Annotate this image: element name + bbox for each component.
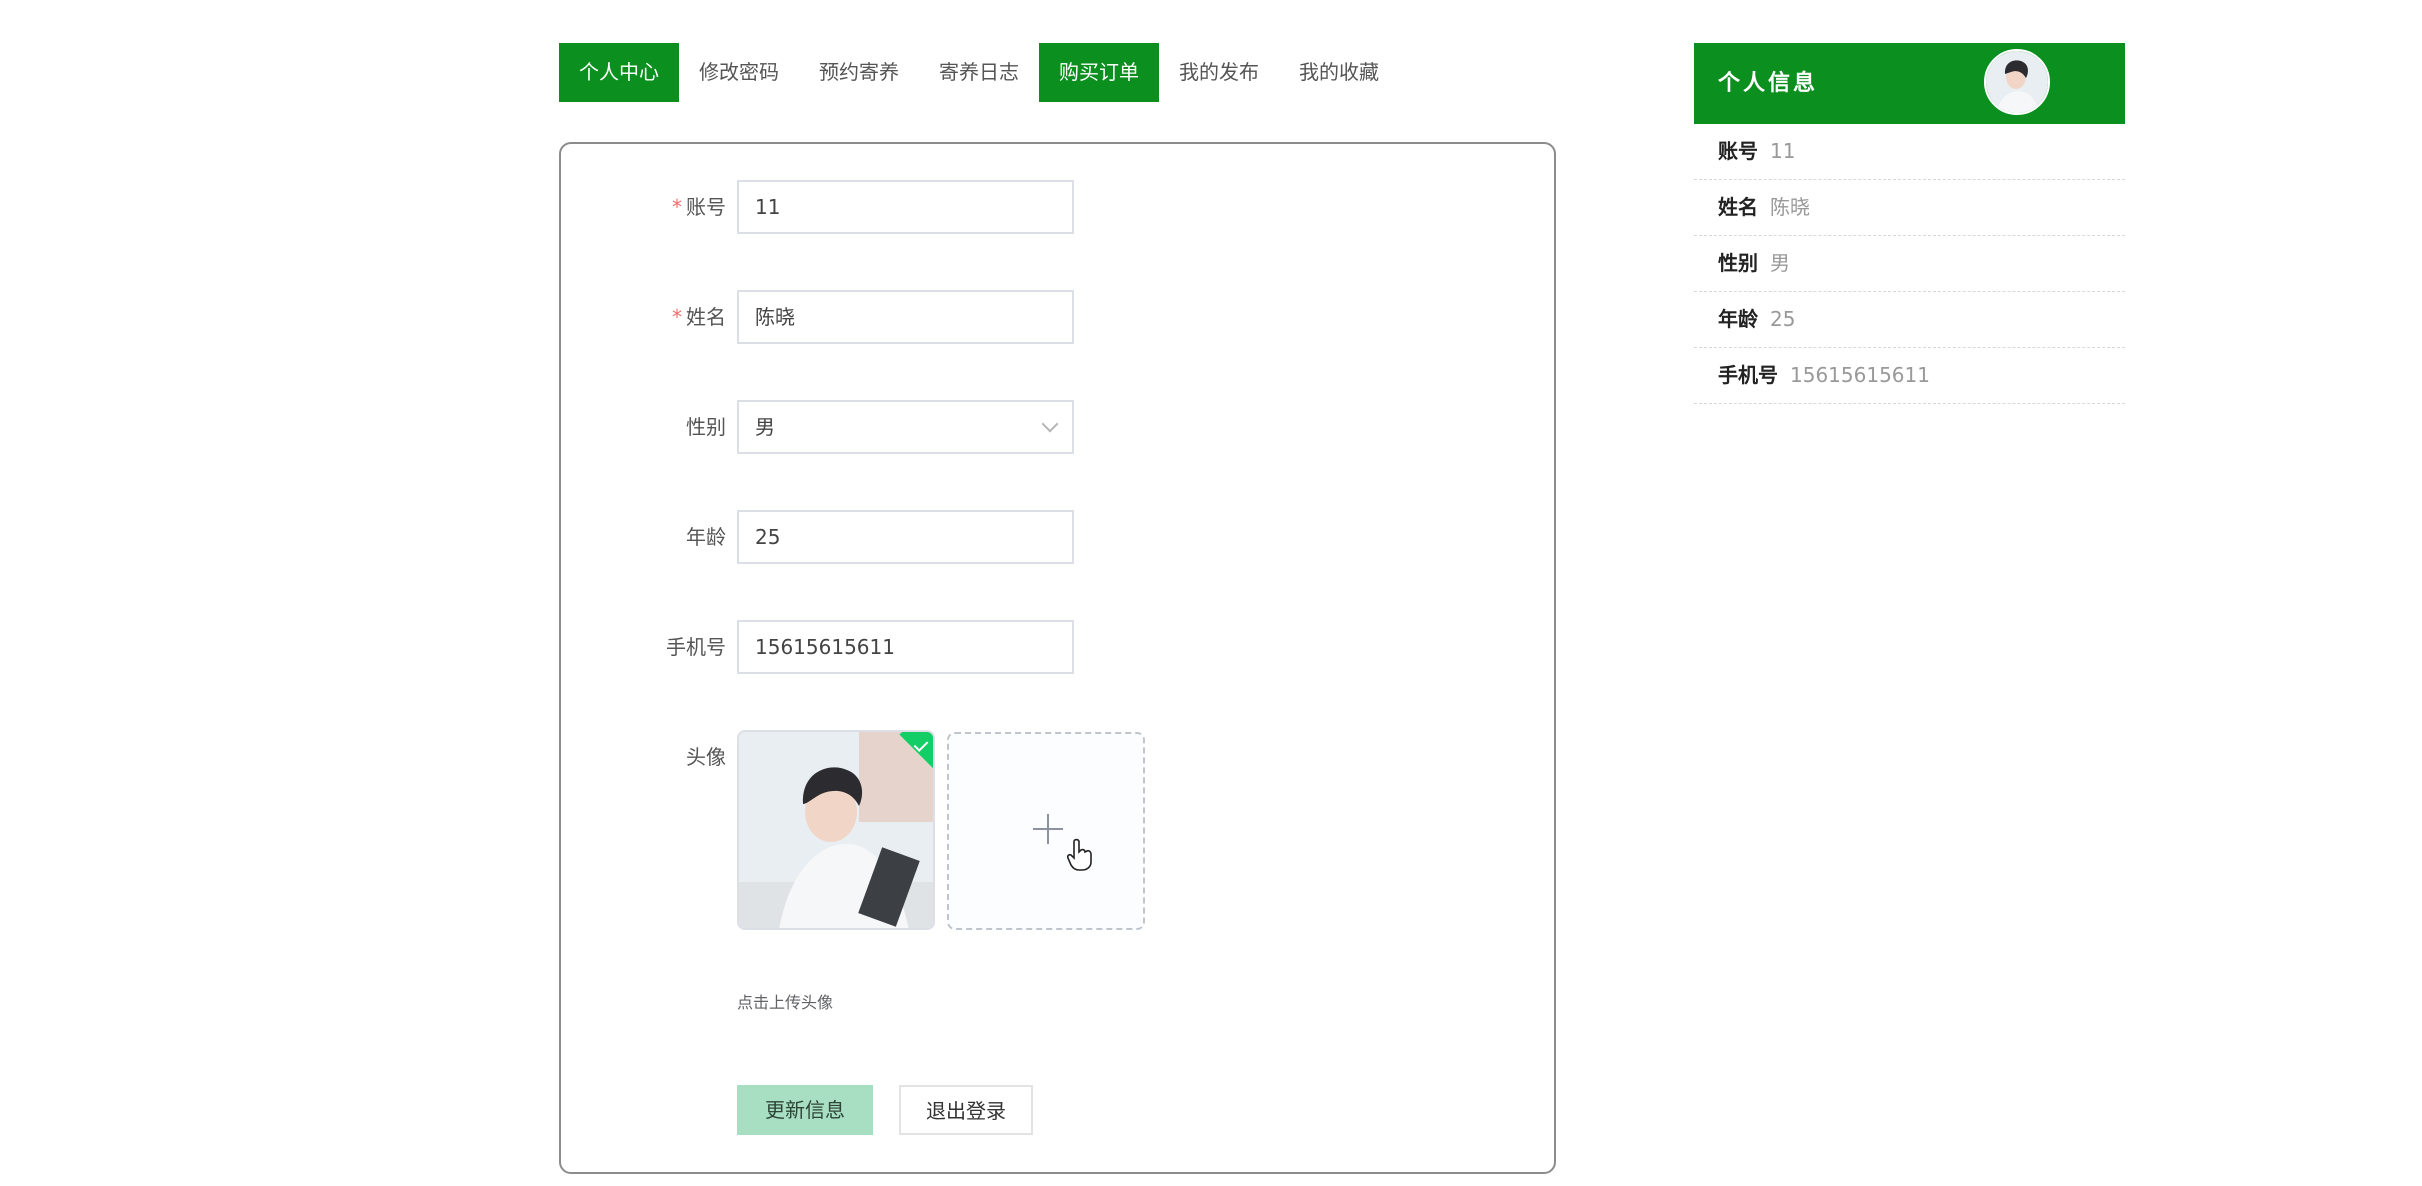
account-input[interactable]: 11	[737, 180, 1074, 234]
info-key: 姓名	[1718, 195, 1758, 219]
update-info-button[interactable]: 更新信息	[737, 1085, 873, 1135]
upload-tip: 点击上传头像	[737, 993, 834, 1012]
tab-my-posts[interactable]: 我的发布	[1159, 43, 1279, 102]
tab-personal-center[interactable]: 个人中心	[559, 43, 679, 102]
top-tabs: 个人中心 修改密码 预约寄养 寄养日志 购买订单 我的发布 我的收藏	[559, 43, 1399, 102]
info-row-age: 年龄 25	[1694, 292, 2125, 348]
info-value: 陈晓	[1770, 195, 1810, 219]
gender-select[interactable]: 男	[737, 400, 1074, 454]
avatar-row: 头像	[561, 730, 1554, 940]
profile-form: * 账号 11 * 姓名 陈晓 性别 男 年龄 25 手机号 15615615611…	[559, 142, 1556, 1174]
chevron-down-icon	[1041, 415, 1059, 433]
gender-label: 性别	[686, 415, 726, 439]
info-value: 11	[1770, 139, 1796, 163]
name-input[interactable]: 陈晓	[737, 290, 1074, 344]
avatar	[1984, 49, 2050, 115]
info-value: 男	[1770, 251, 1790, 275]
plus-icon-vertical	[1047, 814, 1049, 844]
name-row: * 姓名 陈晓	[561, 290, 1554, 344]
age-row: 年龄 25	[561, 510, 1554, 564]
phone-label: 手机号	[666, 635, 726, 659]
logout-button[interactable]: 退出登录	[899, 1085, 1033, 1135]
info-row-account: 账号 11	[1694, 124, 2125, 180]
gender-row: 性别 男	[561, 400, 1554, 454]
tab-purchase-orders[interactable]: 购买订单	[1039, 43, 1159, 102]
hand-pointer-icon	[1067, 838, 1092, 871]
info-title: 个人信息	[1718, 71, 1819, 96]
tab-my-favorites[interactable]: 我的收藏	[1279, 43, 1399, 102]
info-row-phone: 手机号 15615615611	[1694, 348, 2125, 404]
avatar-label: 头像	[686, 745, 726, 769]
info-key: 年龄	[1718, 307, 1758, 331]
age-input[interactable]: 25	[737, 510, 1074, 564]
phone-row: 手机号 15615615611	[561, 620, 1554, 674]
avatar-upload-button[interactable]	[947, 732, 1145, 930]
gender-value: 男	[755, 415, 775, 439]
info-value: 15615615611	[1790, 363, 1930, 387]
uploaded-avatar[interactable]	[737, 730, 935, 930]
phone-input[interactable]: 15615615611	[737, 620, 1074, 674]
avatar-photo	[739, 732, 933, 928]
info-value: 25	[1770, 307, 1796, 331]
required-mark: *	[672, 305, 682, 329]
name-label: * 姓名	[672, 305, 726, 329]
account-label: * 账号	[672, 195, 726, 219]
tab-change-password[interactable]: 修改密码	[679, 43, 799, 102]
info-key: 账号	[1718, 139, 1758, 163]
tab-boarding-log[interactable]: 寄养日志	[919, 43, 1039, 102]
info-key: 性别	[1718, 251, 1758, 275]
age-label: 年龄	[686, 525, 726, 549]
account-row: * 账号 11	[561, 180, 1554, 234]
info-row-name: 姓名 陈晓	[1694, 180, 2125, 236]
required-mark: *	[672, 195, 682, 219]
info-header: 个人信息	[1694, 43, 2125, 124]
info-key: 手机号	[1718, 363, 1778, 387]
profile-info-panel: 个人信息 账号 11 姓名 陈晓 性别男 年龄 25 手机号 15615615611	[1694, 43, 2125, 404]
info-row-gender: 性别男	[1694, 236, 2125, 292]
tab-book-boarding[interactable]: 预约寄养	[799, 43, 919, 102]
